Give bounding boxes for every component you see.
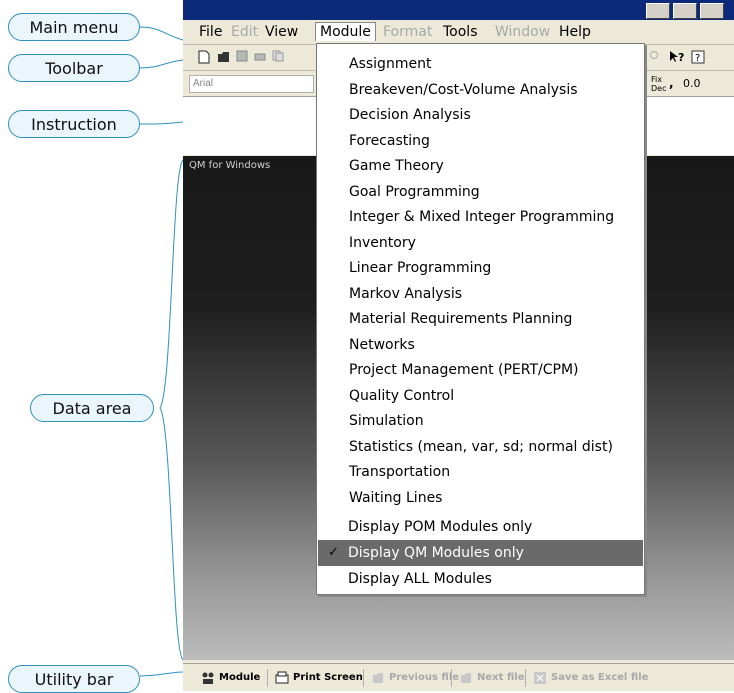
menu-item-quality-control[interactable]: Quality Control <box>349 385 454 407</box>
svg-text:?: ? <box>678 51 684 64</box>
callout-toolbar: Toolbar <box>8 54 140 82</box>
checkmark-icon: ✓ <box>328 545 339 560</box>
save-as-excel-button[interactable]: Save as Excel file <box>533 670 648 686</box>
print-screen-label: Print Screen <box>293 672 363 683</box>
menu-item-simulation[interactable]: Simulation <box>349 410 424 432</box>
close-button[interactable] <box>700 3 724 19</box>
previous-file-label: Previous file <box>389 672 460 683</box>
main-menu-bar: File Edit View Module Format Tools Windo… <box>183 20 734 45</box>
utility-separator <box>451 669 452 687</box>
menu-item-statistics[interactable]: Statistics (mean, var, sd; normal dist) <box>349 436 613 458</box>
menu-edit[interactable]: Edit <box>227 23 262 41</box>
comma-format-icon[interactable]: , <box>669 76 674 90</box>
context-help-icon[interactable]: ? <box>669 50 684 64</box>
utility-separator <box>363 669 364 687</box>
minimize-button[interactable] <box>646 3 670 19</box>
fix-dec-label[interactable]: Fix Dec <box>651 75 666 93</box>
utility-bar: Module Print Screen Previous file Next f… <box>183 663 734 691</box>
menu-item-goal-programming[interactable]: Goal Programming <box>349 181 480 203</box>
callout-main-menu: Main menu <box>8 13 140 41</box>
menu-item-linear-programming[interactable]: Linear Programming <box>349 257 491 279</box>
print-screen-button[interactable]: Print Screen <box>275 670 363 686</box>
svg-text:?: ? <box>695 53 700 64</box>
module-dropdown-menu: Assignment Breakeven/Cost-Volume Analysi… <box>316 43 645 595</box>
open-folder-icon[interactable] <box>217 50 231 64</box>
option-display-qm-label: Display QM Modules only <box>348 545 524 561</box>
menu-item-forecasting[interactable]: Forecasting <box>349 130 430 152</box>
utility-separator <box>267 669 268 687</box>
previous-file-icon <box>371 671 385 685</box>
menu-item-transportation[interactable]: Transportation <box>349 461 450 483</box>
save-as-excel-label: Save as Excel file <box>551 672 649 683</box>
maximize-button[interactable] <box>673 3 697 19</box>
next-file-label: Next file <box>477 672 525 683</box>
option-display-pom[interactable]: Display POM Modules only <box>318 514 643 540</box>
printer-icon <box>275 671 289 685</box>
menu-item-networks[interactable]: Networks <box>349 334 415 356</box>
previous-file-button[interactable]: Previous file <box>371 670 459 686</box>
menu-item-project-management[interactable]: Project Management (PERT/CPM) <box>349 359 579 381</box>
callout-utility-bar: Utility bar <box>8 665 140 693</box>
module-icon <box>201 671 215 685</box>
module-label: Module <box>219 672 261 683</box>
decimal-value[interactable]: 0.0 <box>683 77 701 90</box>
help-icon[interactable]: ? <box>691 50 705 64</box>
font-selector[interactable]: Arial <box>189 75 314 93</box>
option-display-all[interactable]: Display ALL Modules <box>318 566 643 592</box>
utility-separator <box>525 669 526 687</box>
menu-item-waiting-lines[interactable]: Waiting Lines <box>349 487 442 509</box>
menu-help[interactable]: Help <box>555 23 595 41</box>
menu-item-mrp[interactable]: Material Requirements Planning <box>349 308 572 330</box>
menu-format[interactable]: Format <box>379 23 436 41</box>
menu-item-markov-analysis[interactable]: Markov Analysis <box>349 283 462 305</box>
menu-file[interactable]: File <box>195 23 226 41</box>
menu-window[interactable]: Window <box>491 23 554 41</box>
excel-icon <box>533 671 547 685</box>
menu-item-assignment[interactable]: Assignment <box>349 53 431 75</box>
data-window-title: QM for Windows <box>189 160 271 171</box>
menu-item-integer-programming[interactable]: Integer & Mixed Integer Programming <box>349 206 614 228</box>
search-icon[interactable] <box>648 50 662 64</box>
next-file-button[interactable]: Next file <box>459 670 525 686</box>
print-icon[interactable] <box>253 50 267 64</box>
option-display-qm[interactable]: ✓ Display QM Modules only <box>318 540 643 566</box>
menu-item-decision-analysis[interactable]: Decision Analysis <box>349 104 471 126</box>
menu-module[interactable]: Module <box>315 22 376 41</box>
option-display-all-label: Display ALL Modules <box>348 571 492 587</box>
new-file-icon[interactable] <box>197 50 211 64</box>
menu-view[interactable]: View <box>261 23 302 41</box>
menu-item-breakeven[interactable]: Breakeven/Cost-Volume Analysis <box>349 79 578 101</box>
module-button[interactable]: Module <box>201 670 260 686</box>
callout-instruction: Instruction <box>8 110 140 138</box>
next-file-icon <box>459 671 473 685</box>
option-display-pom-label: Display POM Modules only <box>348 519 533 535</box>
copy-icon[interactable] <box>271 50 285 64</box>
menu-item-inventory[interactable]: Inventory <box>349 232 416 254</box>
title-bar <box>183 0 734 20</box>
callout-data-area: Data area <box>30 394 154 422</box>
menu-tools[interactable]: Tools <box>439 23 482 41</box>
menu-item-game-theory[interactable]: Game Theory <box>349 155 444 177</box>
save-icon[interactable] <box>235 50 249 64</box>
